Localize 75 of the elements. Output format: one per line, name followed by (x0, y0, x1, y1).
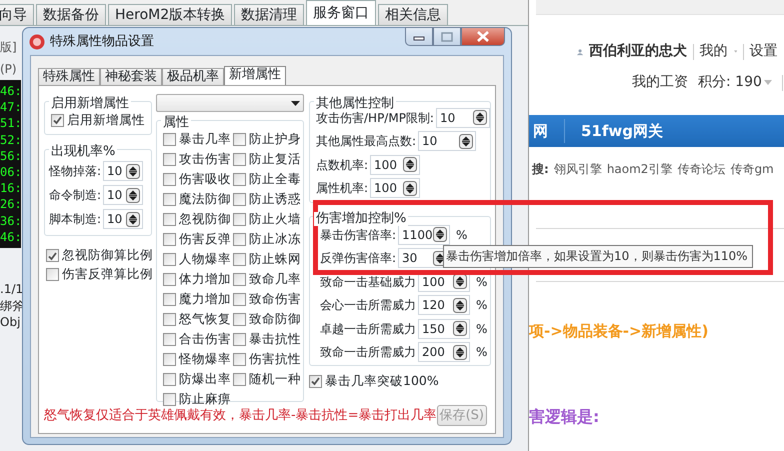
log-line: 52: (0, 132, 21, 148)
side-label: (P) (0, 61, 17, 78)
unit-label: % (456, 226, 468, 244)
checkbox-label: 防爆出率 (179, 370, 231, 388)
field-label: 其他属性最高点数: (316, 133, 416, 150)
unit-label: % (476, 320, 488, 338)
group-title: 启用新增属性 (49, 97, 131, 111)
field-label: 属性机率: (316, 180, 368, 198)
log-line: 36: (0, 212, 21, 229)
field-label: 会心一击所需威力 (320, 297, 416, 314)
field-label: 致命一击所需威力 (320, 344, 416, 362)
checkbox-label: 怪物爆率 (179, 350, 231, 368)
group-title: 出现机率% (49, 145, 118, 159)
checkbox-label: 防止复活 (249, 150, 301, 168)
side-text: .1/1 (0, 281, 24, 298)
checkbox-label: 魔法防御 (179, 190, 231, 208)
side-text: Obj (0, 314, 20, 331)
checkbox-label: 怒气恢复 (179, 310, 231, 328)
checkbox-label: 防止护身 (249, 130, 301, 148)
field-label: 暴击伤害倍率: (320, 226, 396, 244)
field-label: 怪物掉落: (49, 163, 102, 180)
checkbox-label: 防止麻痹 (179, 390, 231, 408)
group-title: 属性 (161, 116, 191, 130)
checkbox-label: 伤害反弹 (179, 230, 231, 248)
field-label: 攻击伤害/HP/MP限制: (316, 110, 434, 127)
group-title: 其他属性控制 (314, 97, 396, 111)
checkbox-label: 魔力增加 (179, 290, 231, 308)
checkbox-label: 启用新增属性 (67, 111, 145, 129)
checkbox-label: 体力增加 (179, 270, 231, 288)
field-label: 点数机率: (316, 156, 368, 174)
checkbox-label: 随机一种 (249, 370, 301, 388)
log-line: 47: (0, 99, 21, 116)
unit-label: % (476, 297, 488, 314)
checkbox-label: 伤害反弹算比例 (62, 265, 153, 284)
log-line: 16: (0, 180, 21, 196)
unit-label: % (476, 274, 488, 291)
checkbox-label: 致命防御 (249, 310, 301, 328)
checkbox-label: 防止冰冻 (249, 230, 301, 248)
checkbox-label: 防止全毒 (249, 170, 301, 188)
checkbox-label: 合击伤害 (179, 330, 231, 348)
checkbox-label: 暴击几率突破100% (325, 372, 439, 390)
checkbox-label: 防止火墙 (249, 210, 301, 228)
heading-text: 害逻辑是: (529, 406, 600, 428)
field-label: 反弹伤害倍率: (320, 250, 396, 268)
checkbox-label: 暴击几率 (179, 130, 231, 148)
hot-search-label: 搜: (532, 161, 549, 178)
checkbox-label: 忽视防御算比例 (62, 246, 153, 264)
checkbox-label: 致命伤害 (249, 290, 301, 308)
checkbox-label: 防止诱惑 (249, 190, 301, 208)
group-title: 伤害增加控制% (314, 212, 408, 226)
side-label: 版] (0, 39, 17, 56)
log-line: 46: (0, 228, 21, 246)
field-label: 命令制造: (49, 187, 102, 204)
checkbox-label: 人物爆率 (179, 250, 231, 268)
log-line: 51: (0, 115, 21, 132)
checkbox-label: 伤害吸收 (179, 170, 231, 188)
log-line: 56: (0, 148, 21, 164)
side-text: 绑斧 (0, 298, 24, 314)
note-text: 怒气恢复仅适合于英雄佩戴有效，暴击几率-暴击抗性=暴击打出几率 (44, 406, 437, 425)
log-line: 26: (0, 196, 21, 213)
checkbox-label: 致命几率 (249, 270, 301, 288)
log-line: 06: (0, 164, 21, 180)
field-label: 脚本制造: (49, 211, 102, 228)
window-title: 特殊属性物品设置 (50, 32, 154, 51)
checkbox-label: 攻击伤害 (179, 150, 231, 168)
unit-label: % (476, 344, 488, 362)
path-text: 项->物品装备->新增属性) (529, 321, 710, 342)
checkbox-label: 忽视防御 (179, 210, 231, 228)
checkbox-label: 防止蛛网 (249, 250, 301, 268)
field-label: 卓越一击所需威力 (320, 320, 416, 338)
log-line: 46: (0, 83, 21, 100)
checkbox-label: 伤害抗性 (249, 350, 301, 368)
tooltip: 暴击伤害增加倍率，如果设置为10，则暴击伤害为110% (443, 245, 753, 268)
field-label: 致命一击基础威力 (320, 274, 416, 291)
checkbox-label: 暴击抗性 (249, 330, 301, 348)
